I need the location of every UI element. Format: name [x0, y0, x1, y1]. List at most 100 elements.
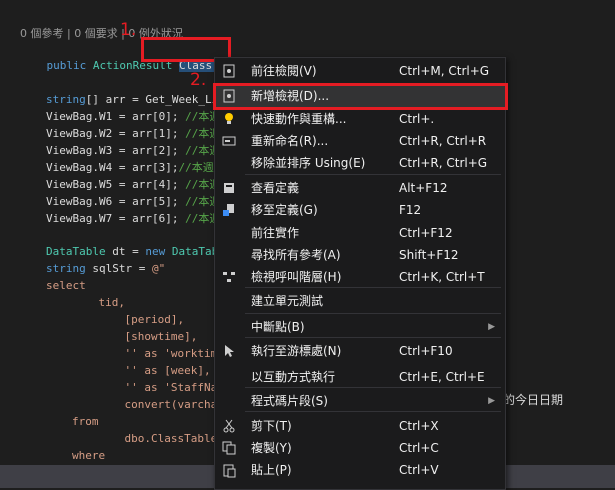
menu-item-11[interactable]: 中斷點(B) ▶: [215, 316, 505, 338]
code-token: ViewBag.W1 = arr[0];: [46, 110, 186, 123]
code-line: dbo.ClassTable: [98, 430, 217, 447]
code-token: ViewBag.W2 = arr[1];: [46, 127, 186, 140]
code-token: ViewBag.W7 = arr[6];: [46, 212, 186, 225]
menu-item-shortcut: Ctrl+.: [399, 112, 435, 126]
code-line: ViewBag.W4 = arr[3];//本週: [46, 159, 214, 176]
menu-item-13[interactable]: 以互動方式執行 Ctrl+E, Ctrl+E: [215, 366, 505, 388]
menu-item-label: 前往實作: [251, 226, 300, 240]
menu-item-8[interactable]: 尋找所有參考(A) Shift+F12: [215, 244, 505, 266]
code-token: [showtime],: [98, 330, 198, 343]
menu-item-3[interactable]: 重新命名(R)... Ctrl+R, Ctrl+R: [215, 130, 505, 152]
code-line: where: [72, 447, 105, 464]
menu-item-shortcut: Ctrl+R, Ctrl+R: [399, 134, 487, 148]
menu-item-16[interactable]: 複製(Y) Ctrl+C: [215, 437, 505, 459]
menu-item-shortcut: Ctrl+V: [399, 463, 439, 477]
menu-item-10[interactable]: 建立單元測試: [215, 290, 505, 312]
code-token: new: [145, 245, 166, 258]
menu-item-label: 前往檢閱(V): [251, 64, 317, 78]
lightbulb-icon: [221, 111, 237, 127]
menu-separator: [245, 387, 501, 388]
code-line: DataTable dt = new DataTab: [46, 243, 218, 260]
code-line: string sqlStr = @": [46, 260, 165, 277]
menu-separator: [245, 337, 501, 338]
rename-icon: [221, 133, 237, 149]
menu-item-label: 程式碼片段(S): [251, 394, 328, 408]
paste-icon: [221, 462, 237, 478]
menu-item-shortcut: Alt+F12: [399, 181, 448, 195]
context-menu[interactable]: 前往檢閱(V) Ctrl+M, Ctrl+G 新增檢視(D)... 快速動作與重構..…: [214, 57, 506, 490]
code-token: //本週: [178, 161, 214, 174]
trailing-comment: 的今日日期: [503, 393, 564, 407]
code-token: ViewBag.W6 = arr[5];: [46, 195, 186, 208]
code-token: where: [72, 449, 106, 462]
menu-item-shortcut: Ctrl+K, Ctrl+T: [399, 270, 485, 284]
code-token: ViewBag.W5 = arr[4];: [46, 178, 186, 191]
menu-item-label: 檢視呼叫階層(H): [251, 270, 342, 284]
menu-separator: [245, 411, 501, 412]
menu-item-15[interactable]: 剪下(T) Ctrl+X: [215, 415, 505, 437]
code-line: ViewBag.W2 = arr[1]; //本週: [46, 125, 220, 142]
code-token: @": [151, 262, 166, 275]
menu-item-label: 重新命名(R)...: [251, 134, 329, 148]
code-token: string: [46, 262, 86, 275]
code-token: '' as [week],: [98, 364, 211, 377]
code-line: ViewBag.W3 = arr[2]; //本週: [46, 142, 220, 159]
menu-item-label: 建立單元測試: [251, 294, 324, 308]
menu-item-shortcut: Ctrl+F10: [399, 344, 453, 358]
public-keyword: public: [46, 59, 93, 72]
code-token: select: [46, 279, 86, 292]
step-2-annotation: 2.: [190, 70, 207, 90]
code-token: DataTable: [46, 245, 106, 258]
goto-definition-icon: [221, 202, 237, 218]
code-line: from: [72, 413, 99, 430]
menu-item-label: 快速動作與重構...: [251, 112, 347, 126]
code-token: sqlStr =: [85, 262, 152, 275]
menu-item-7[interactable]: 前往實作 Ctrl+F12: [215, 222, 505, 244]
code-line: ViewBag.W5 = arr[4]; //本週: [46, 176, 220, 193]
menu-item-17[interactable]: 貼上(P) Ctrl+V: [215, 459, 505, 481]
code-token: ViewBag.W4 = arr[3];: [46, 161, 179, 174]
code-token: ViewBag.W3 = arr[2];: [46, 144, 186, 157]
menu-item-label: 尋找所有參考(A): [251, 248, 341, 262]
code-token: [] arr = Get_Week_Li: [85, 93, 219, 106]
code-line: '' as [week],: [98, 362, 211, 379]
menu-item-label: 貼上(P): [251, 463, 292, 477]
code-line: [showtime],: [98, 328, 197, 345]
peek-definition-icon: [221, 180, 237, 196]
code-token: tid,: [72, 296, 125, 309]
code-token: dt =: [105, 245, 146, 258]
code-token: dbo.ClassTable: [98, 432, 218, 445]
menu-item-label: 執行至游標處(N): [251, 344, 342, 358]
menu-item-label: 移至定義(G): [251, 203, 318, 217]
submenu-arrow-icon: ▶: [488, 396, 495, 406]
menu-item-2[interactable]: 快速動作與重構... Ctrl+.: [215, 108, 505, 130]
menu-item-4[interactable]: 移除並排序 Using(E) Ctrl+R, Ctrl+G: [215, 152, 505, 174]
menu-item-shortcut: Ctrl+C: [399, 441, 439, 455]
menu-item-5[interactable]: 查看定義 Alt+F12: [215, 177, 505, 199]
code-line: ViewBag.W6 = arr[5]; //本週: [46, 193, 220, 210]
code-token: [period],: [98, 313, 185, 326]
menu-item-12[interactable]: 執行至游標處(N) Ctrl+F10: [215, 340, 505, 362]
menu-item-6[interactable]: 移至定義(G) F12: [215, 199, 505, 221]
menu-item-shortcut: Ctrl+F12: [399, 226, 453, 240]
menu-item-label: 剪下(T): [251, 419, 292, 433]
menu-separator: [245, 287, 501, 288]
menu-item-label: 中斷點(B): [251, 320, 305, 334]
menu-separator: [245, 174, 501, 175]
code-line: tid,: [72, 294, 125, 311]
menu-item-14[interactable]: 程式碼片段(S) ▶: [215, 390, 505, 412]
code-line: [period],: [98, 311, 184, 328]
code-token: string: [46, 93, 86, 106]
menu-item-shortcut: Ctrl+R, Ctrl+G: [399, 156, 488, 170]
submenu-arrow-icon: ▶: [488, 322, 495, 332]
menu-item-label: 以互動方式執行: [251, 370, 336, 384]
menu-item-0[interactable]: 前往檢閱(V) Ctrl+M, Ctrl+G: [215, 60, 505, 82]
code-line: select: [46, 277, 86, 294]
code-line: ViewBag.W7 = arr[6]; //本週: [46, 210, 220, 227]
menu-separator: [245, 313, 501, 314]
menu-item-9[interactable]: 檢視呼叫階層(H) Ctrl+K, Ctrl+T: [215, 266, 505, 288]
code-line: ViewBag.W1 = arr[0]; //本週: [46, 108, 220, 125]
menu-item-shortcut: Ctrl+X: [399, 419, 439, 433]
highlight-box-add-view: [213, 83, 508, 110]
cut-icon: [221, 418, 237, 434]
